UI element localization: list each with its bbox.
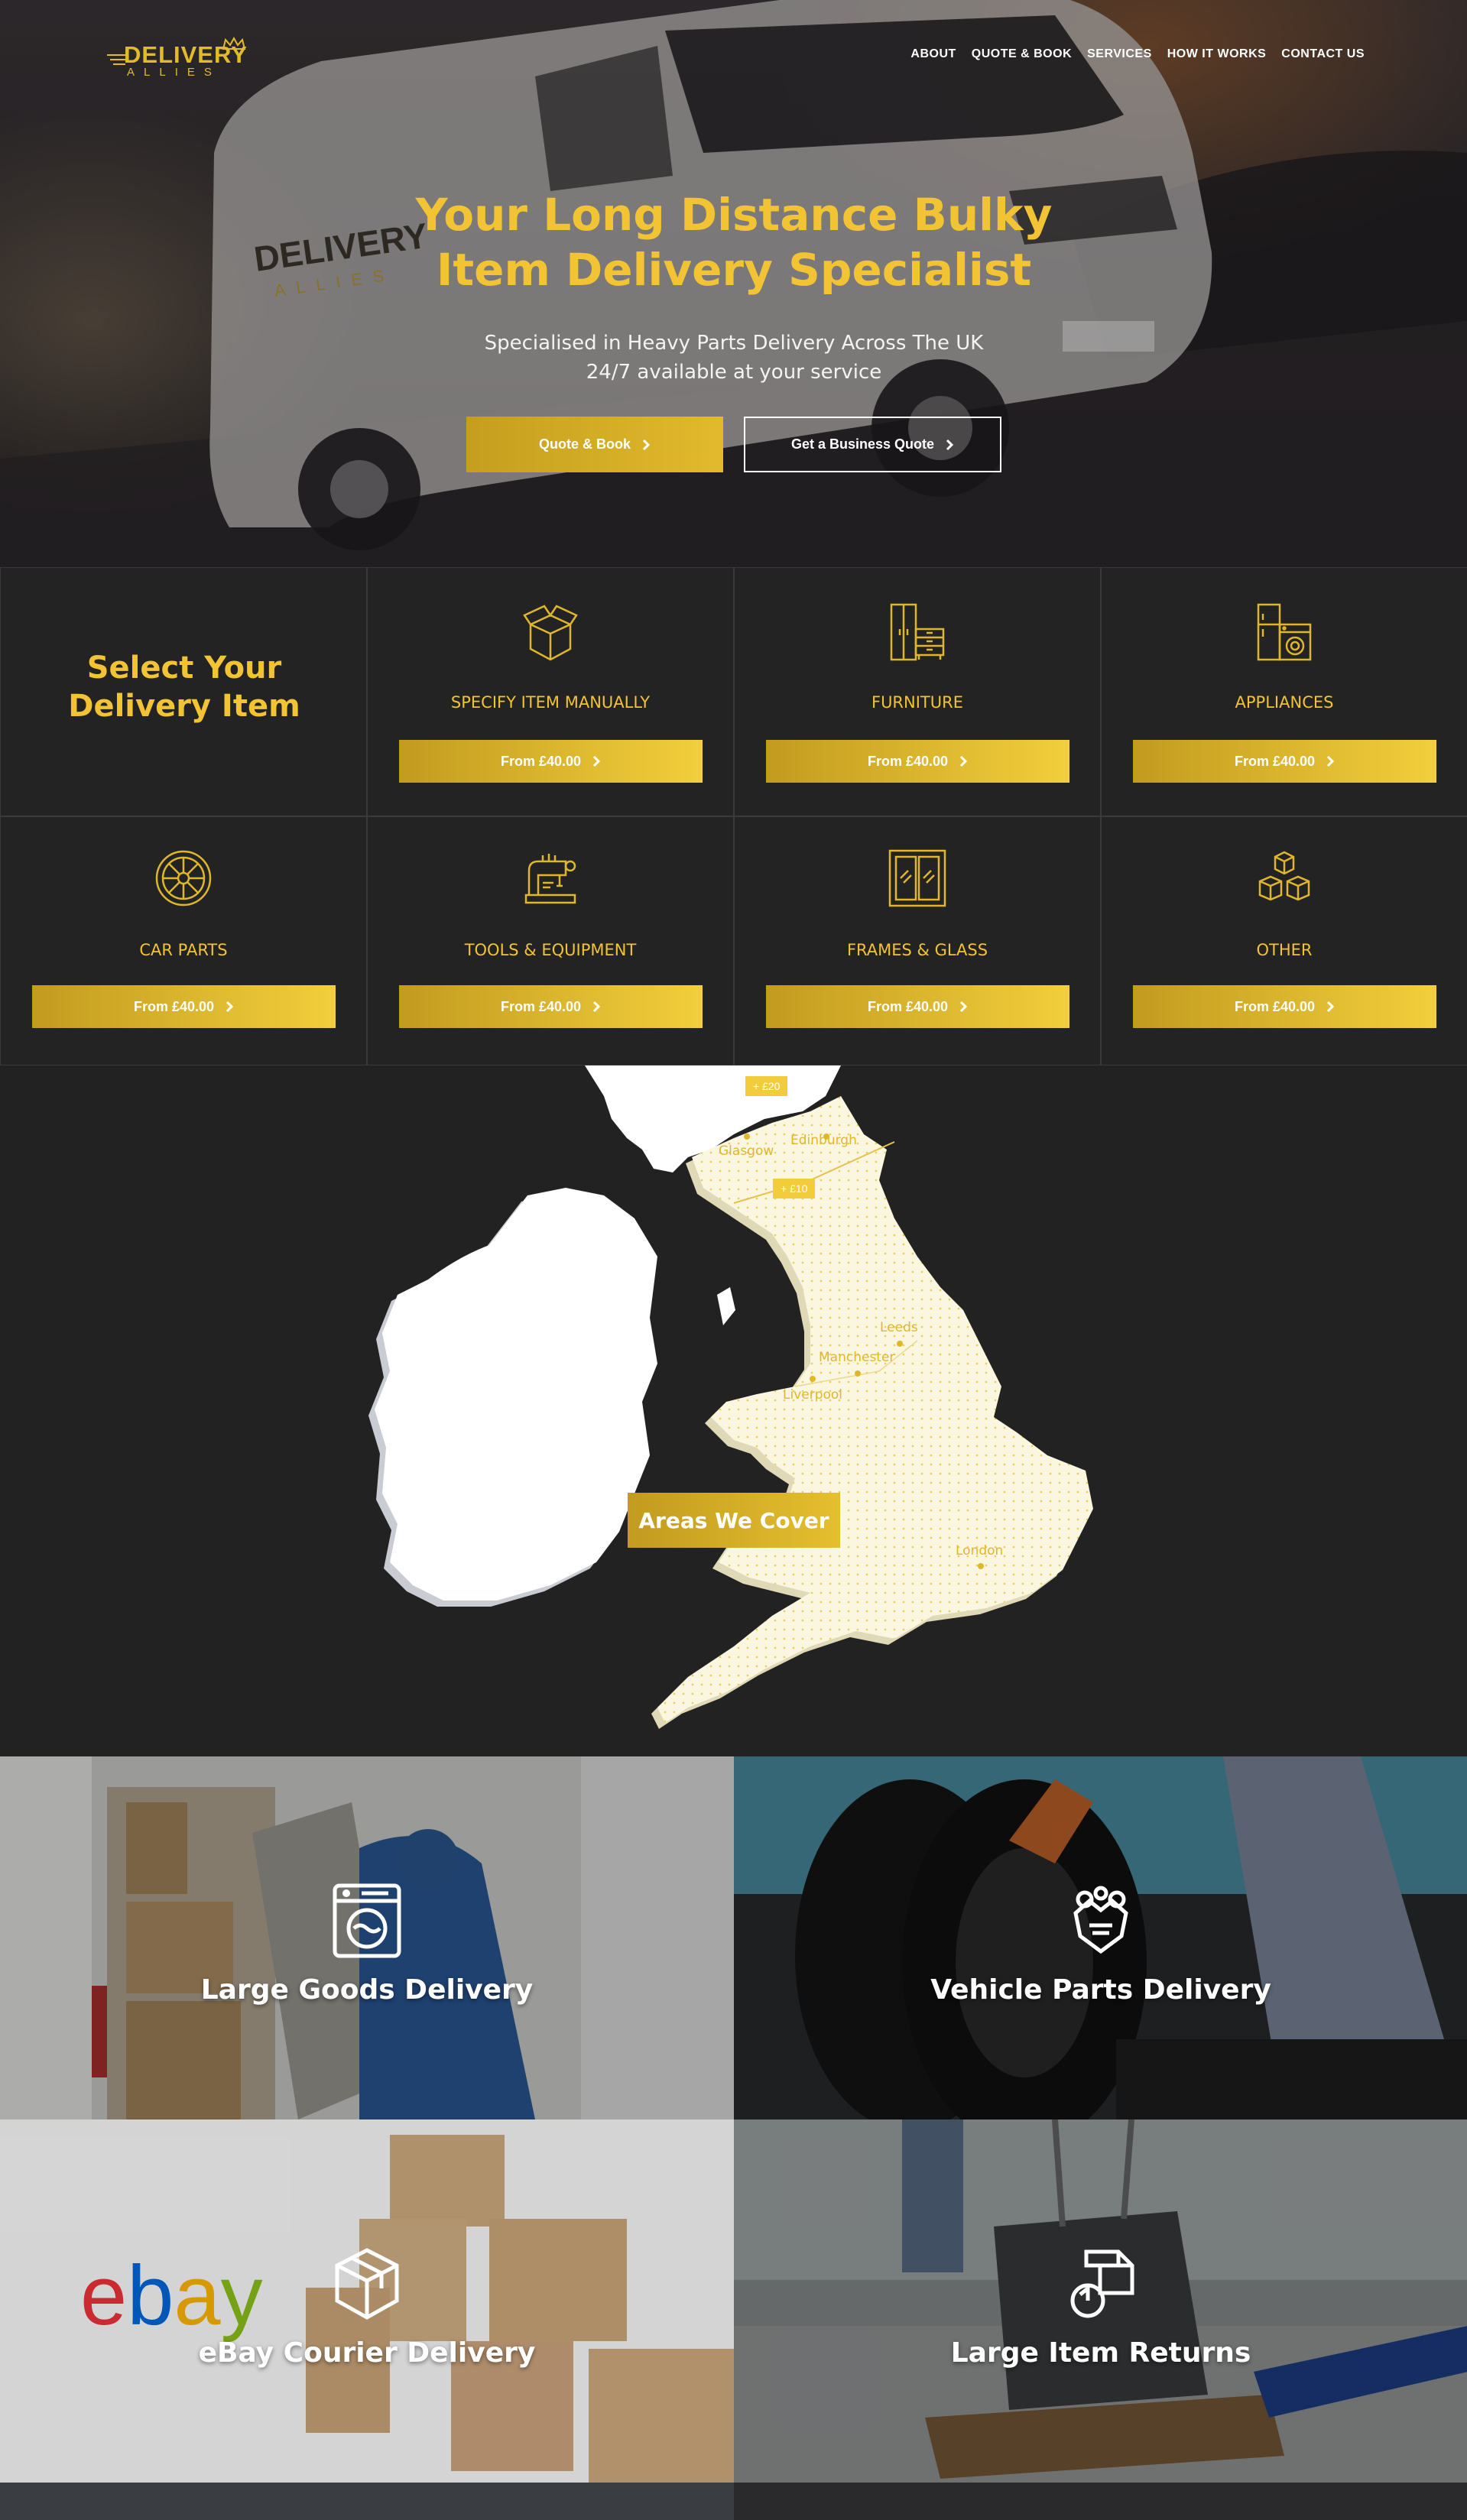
- chevron-right-icon: [592, 755, 601, 767]
- city-edinburgh: Edinburgh: [790, 1133, 857, 1148]
- chevron-right-icon: [642, 439, 651, 450]
- hero-section: DELIVERY ALLIES DELIVERY ALLIES ABOUT QU…: [0, 0, 1467, 567]
- category-label: FURNITURE: [871, 693, 963, 712]
- chevron-right-icon: [226, 1001, 234, 1013]
- business-quote-button[interactable]: Get a Business Quote: [744, 417, 1001, 472]
- city-leeds: Leeds: [880, 1320, 918, 1335]
- city-glasgow: Glasgow: [719, 1143, 774, 1159]
- nav-how-it-works[interactable]: HOW IT WORKS: [1167, 47, 1267, 61]
- open-box-icon: [523, 605, 578, 661]
- city-liverpool: Liverpool: [783, 1387, 843, 1403]
- price-label: From £40.00: [1234, 998, 1316, 1014]
- crown-icon: [222, 37, 246, 50]
- stacked-boxes-icon: [1258, 851, 1310, 901]
- category-label: APPLIANCES: [1235, 693, 1334, 712]
- areas-we-cover-button[interactable]: Areas We Cover: [628, 1493, 840, 1548]
- chevron-right-icon: [959, 1001, 968, 1013]
- category-label: TOOLS & EQUIPMENT: [464, 941, 637, 959]
- service-label: Large Item Returns: [950, 2337, 1251, 2369]
- nav-quote-book[interactable]: QUOTE & BOOK: [972, 47, 1072, 61]
- glass-door-icon: [888, 849, 946, 907]
- chevron-right-icon: [1326, 1001, 1335, 1013]
- chevron-right-icon: [592, 1001, 601, 1013]
- site-logo[interactable]: DELIVERY ALLIES: [107, 37, 252, 84]
- category-price-button[interactable]: From £40.00: [399, 740, 703, 783]
- category-other[interactable]: OTHER From £40.00: [1101, 816, 1467, 1065]
- city-london: London: [956, 1543, 1004, 1558]
- hero-subtitle-line2: 24/7 available at your service: [586, 361, 882, 384]
- category-label: CAR PARTS: [139, 941, 228, 959]
- category-frames-glass[interactable]: FRAMES & GLASS From £40.00: [734, 816, 1101, 1065]
- category-price-button[interactable]: From £40.00: [32, 985, 336, 1028]
- nav-about[interactable]: ABOUT: [910, 47, 956, 61]
- uk-ireland-map: [368, 1065, 1093, 1729]
- grid-heading-cell: Select Your Delivery Item: [0, 567, 367, 816]
- leeds-dot: [897, 1341, 903, 1347]
- price-label: From £40.00: [133, 998, 215, 1014]
- service-vehicle-parts[interactable]: Vehicle Parts Delivery: [734, 1756, 1467, 2119]
- chevron-right-icon: [1326, 755, 1335, 767]
- category-price-button[interactable]: From £40.00: [1133, 985, 1436, 1028]
- glasgow-dot: [744, 1134, 750, 1140]
- service-large-item-returns[interactable]: Large Item Returns: [734, 2119, 1467, 2483]
- london-dot: [978, 1563, 984, 1569]
- coverage-map-section: + £20 + £10 Glasgow Edinburgh Leeds Manc…: [0, 1065, 1467, 1756]
- hero-subtitle-line1: Specialised in Heavy Parts Delivery Acro…: [484, 332, 984, 355]
- fridge-washer-icon: [1257, 603, 1312, 661]
- quote-book-button-label: Quote & Book: [539, 436, 631, 452]
- return-box-icon: [1070, 2249, 1134, 2318]
- service-label: Large Goods Delivery: [200, 1974, 534, 2006]
- ireland-shape: [375, 1188, 657, 1601]
- wheel-rim-icon: [155, 850, 212, 906]
- category-price-button[interactable]: From £40.00: [766, 985, 1069, 1028]
- sewing-machine-icon: [524, 854, 576, 904]
- category-label: SPECIFY ITEM MANUALLY: [450, 693, 651, 712]
- category-tools-equipment[interactable]: TOOLS & EQUIPMENT From £40.00: [367, 816, 734, 1065]
- category-label: OTHER: [1256, 941, 1313, 959]
- hero-title: Your Long Distance Bulky Item Delivery S…: [352, 187, 1116, 297]
- quote-book-button[interactable]: Quote & Book: [466, 417, 723, 472]
- wardrobe-drawers-icon: [890, 603, 945, 661]
- price-label: From £40.00: [867, 753, 949, 769]
- great-britain-shape: [657, 1096, 1093, 1723]
- washing-machine-icon: [333, 1883, 401, 1958]
- price-badge-border: + £10: [773, 1179, 816, 1198]
- engine-block-icon: [1073, 1886, 1128, 1954]
- price-label: From £40.00: [867, 998, 949, 1014]
- chevron-right-icon: [959, 755, 968, 767]
- price-label: From £40.00: [500, 753, 582, 769]
- logo-subtext: ALLIES: [127, 66, 221, 79]
- chevron-right-icon: [946, 439, 954, 450]
- service-label: eBay Courier Delivery: [198, 2337, 536, 2369]
- liverpool-dot: [810, 1376, 816, 1382]
- hero-title-line1: Your Long Distance Bulky: [415, 189, 1053, 241]
- parcel-box-icon: [335, 2248, 399, 2320]
- category-furniture[interactable]: FURNITURE From £40.00: [734, 567, 1101, 816]
- business-quote-button-label: Get a Business Quote: [790, 436, 935, 452]
- city-manchester: Manchester: [819, 1350, 895, 1365]
- main-nav: ABOUT QUOTE & BOOK SERVICES HOW IT WORKS…: [910, 47, 1365, 61]
- category-car-parts[interactable]: CAR PARTS From £40.00: [0, 816, 367, 1065]
- price-label: From £40.00: [500, 998, 582, 1014]
- category-price-button[interactable]: From £40.00: [766, 740, 1069, 783]
- category-appliances[interactable]: APPLIANCES From £40.00: [1101, 567, 1467, 816]
- delivery-item-grid: Select Your Delivery Item SPECIFY ITEM M…: [0, 567, 1467, 1065]
- nav-services[interactable]: SERVICES: [1087, 47, 1152, 61]
- category-specify-manually[interactable]: SPECIFY ITEM MANUALLY From £40.00: [367, 567, 734, 816]
- service-label: Vehicle Parts Delivery: [930, 1974, 1271, 2006]
- service-large-goods[interactable]: Large Goods Delivery: [0, 1756, 734, 2119]
- price-badge-scotland: + £20: [745, 1076, 788, 1096]
- category-label: FRAMES & GLASS: [846, 941, 988, 959]
- nav-contact-us[interactable]: CONTACT US: [1281, 47, 1365, 61]
- price-label: From £40.00: [1234, 753, 1316, 769]
- hero-title-line2: Item Delivery Specialist: [436, 244, 1032, 296]
- next-section-preview: [0, 2483, 1467, 2520]
- category-price-button[interactable]: From £40.00: [1133, 740, 1436, 783]
- hero-subtitle: Specialised in Heavy Parts Delivery Acro…: [352, 329, 1116, 387]
- service-ebay-courier[interactable]: ebay eBay Courier Delivery: [0, 2119, 734, 2483]
- select-delivery-item-heading: Select Your Delivery Item: [68, 650, 300, 724]
- manchester-dot: [855, 1370, 861, 1377]
- category-price-button[interactable]: From £40.00: [399, 985, 703, 1028]
